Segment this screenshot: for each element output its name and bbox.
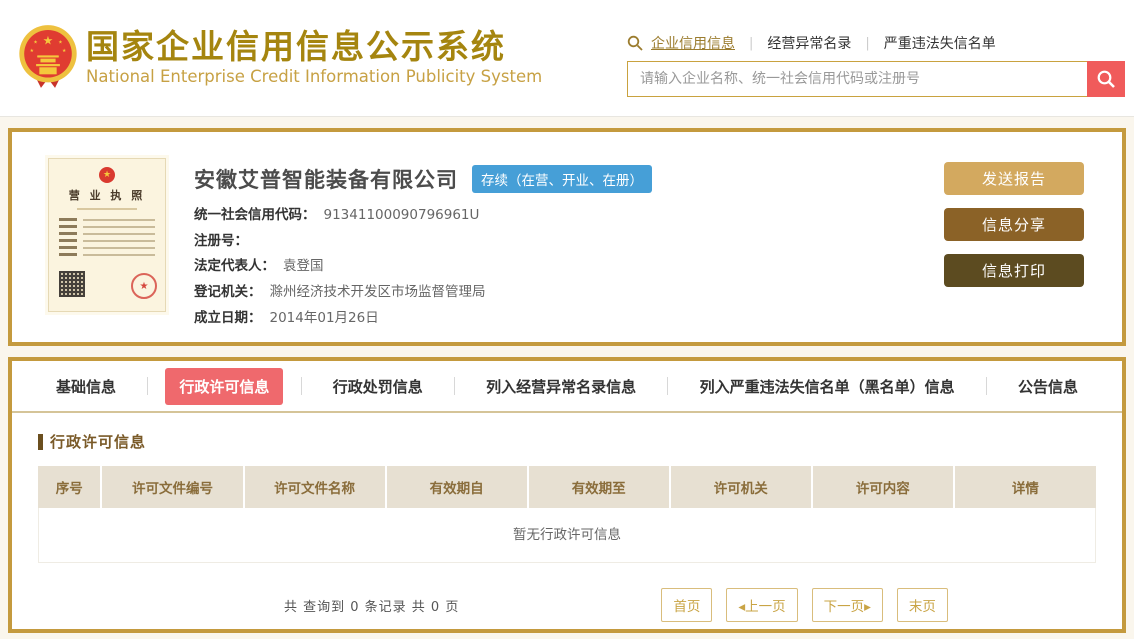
search-tab-abnormal-operations[interactable]: 经营异常名录 bbox=[767, 33, 851, 53]
pagination: 共 查询到 0 条记录 共 0 页 首页 ◂上一页 下一页▸ 末页 bbox=[284, 588, 1122, 622]
separator: | bbox=[749, 35, 754, 51]
detail-card: 基础信息 行政许可信息 行政处罚信息 列入经营异常名录信息 列入严重违法失信名单… bbox=[8, 357, 1126, 633]
company-summary-card: ★ 营 业 执 照 ★ 安徽艾普智能装备有限公司 存续（在营、开业、在册） 统一… bbox=[8, 128, 1126, 346]
svg-text:★: ★ bbox=[58, 39, 63, 45]
col-license-content: 许可内容 bbox=[811, 466, 955, 508]
search-submit-button[interactable] bbox=[1087, 61, 1125, 97]
company-name: 安徽艾普智能装备有限公司 bbox=[194, 168, 458, 192]
field-registration-authority: 登记机关： 滁州经济技术开发区市场监督管理局 bbox=[194, 284, 486, 301]
svg-text:★: ★ bbox=[30, 48, 35, 54]
info-tab-nav: 基础信息 行政许可信息 行政处罚信息 列入经营异常名录信息 列入严重违法失信名单… bbox=[12, 361, 1122, 413]
tab-announcements[interactable]: 公告信息 bbox=[1004, 368, 1092, 405]
license-emblem-icon: ★ bbox=[99, 167, 115, 183]
tab-basic-info[interactable]: 基础信息 bbox=[42, 368, 130, 405]
business-license-image: ★ 营 业 执 照 ★ bbox=[48, 158, 166, 312]
search-tab-serious-violations[interactable]: 严重违法失信名单 bbox=[884, 33, 996, 53]
site-brand: ★ ★ ★ ★ ★ 国家企业信用信息公示系统 National Enterpri… bbox=[18, 24, 542, 90]
site-header: ★ ★ ★ ★ ★ 国家企业信用信息公示系统 National Enterpri… bbox=[0, 0, 1134, 117]
col-valid-from: 有效期自 bbox=[385, 466, 529, 508]
last-page-button[interactable]: 末页 bbox=[896, 588, 948, 622]
table-header-row: 序号 许可文件编号 许可文件名称 有效期自 有效期至 许可机关 许可内容 详情 bbox=[38, 466, 1096, 508]
col-license-doc-number: 许可文件编号 bbox=[101, 466, 245, 508]
field-establishment-date: 成立日期： 2014年01月26日 bbox=[194, 309, 379, 326]
search-box bbox=[627, 61, 1125, 97]
search-icon bbox=[1097, 70, 1115, 88]
empty-state-message: 暂无行政许可信息 bbox=[38, 508, 1096, 563]
field-registration-number: 注册号： bbox=[194, 232, 248, 249]
field-credit-code: 统一社会信用代码： 91341100090796961U bbox=[194, 207, 480, 223]
section-title: 行政许可信息 bbox=[38, 431, 1122, 452]
info-share-button[interactable]: 信息分享 bbox=[944, 208, 1084, 241]
company-info: 安徽艾普智能装备有限公司 存续（在营、开业、在册） 统一社会信用代码： 9134… bbox=[194, 158, 924, 326]
record-count-summary: 共 查询到 0 条记录 共 0 页 bbox=[284, 599, 460, 615]
license-divider bbox=[77, 208, 137, 210]
tab-admin-penalty[interactable]: 行政处罚信息 bbox=[319, 368, 437, 405]
section-title-bar bbox=[38, 433, 43, 450]
separator bbox=[667, 377, 669, 395]
national-emblem-logo: ★ ★ ★ ★ ★ bbox=[19, 25, 77, 88]
search-input[interactable] bbox=[627, 61, 1087, 97]
separator bbox=[300, 377, 302, 395]
company-actions: 发送报告 信息分享 信息打印 bbox=[944, 158, 1084, 324]
search-area: 企业信用信息 | 经营异常名录 | 严重违法失信名单 bbox=[627, 33, 1125, 97]
previous-page-button[interactable]: ◂上一页 bbox=[726, 588, 798, 622]
col-serial-number: 序号 bbox=[38, 466, 103, 508]
separator bbox=[985, 377, 987, 395]
search-icon bbox=[627, 35, 643, 51]
tab-admin-licensing[interactable]: 行政许可信息 bbox=[165, 367, 284, 405]
field-legal-representative: 法定代表人： 袁登国 bbox=[194, 258, 324, 275]
separator bbox=[453, 377, 455, 395]
license-red-seal: ★ bbox=[131, 273, 157, 299]
info-print-button[interactable]: 信息打印 bbox=[944, 254, 1084, 287]
search-scope-tabs: 企业信用信息 | 经营异常名录 | 严重违法失信名单 bbox=[627, 33, 1125, 53]
separator: | bbox=[865, 35, 870, 51]
svg-text:★: ★ bbox=[62, 48, 67, 54]
separator bbox=[147, 377, 149, 395]
tab-serious-violations-blacklist[interactable]: 列入严重违法失信名单（黑名单）信息 bbox=[686, 368, 969, 405]
col-details: 详情 bbox=[953, 466, 1096, 508]
license-title: 营 业 执 照 bbox=[68, 189, 146, 202]
send-report-button[interactable]: 发送报告 bbox=[944, 162, 1084, 195]
company-status-badge: 存续（在营、开业、在册） bbox=[472, 165, 652, 193]
next-page-button[interactable]: 下一页▸ bbox=[811, 588, 883, 622]
licensing-table: 序号 许可文件编号 许可文件名称 有效期自 有效期至 许可机关 许可内容 详情 bbox=[38, 466, 1096, 508]
first-page-button[interactable]: 首页 bbox=[661, 588, 713, 622]
col-license-doc-name: 许可文件名称 bbox=[243, 466, 387, 508]
col-licensing-authority: 许可机关 bbox=[669, 466, 813, 508]
site-title-english: National Enterprise Credit Information P… bbox=[86, 67, 543, 87]
license-qr-code bbox=[59, 271, 85, 297]
svg-text:★: ★ bbox=[33, 39, 38, 45]
svg-text:★: ★ bbox=[43, 34, 54, 48]
col-valid-until: 有效期至 bbox=[527, 466, 671, 508]
tab-abnormal-operations[interactable]: 列入经营异常名录信息 bbox=[472, 368, 650, 405]
site-title-chinese: 国家企业信用信息公示系统 bbox=[86, 26, 506, 66]
search-tab-enterprise-credit[interactable]: 企业信用信息 bbox=[651, 33, 735, 53]
